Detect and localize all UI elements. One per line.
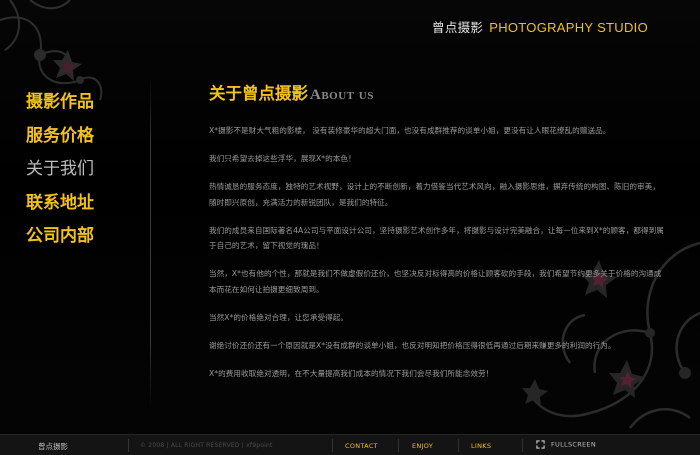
nav-divider [150, 78, 151, 408]
nav-item-about[interactable]: 关于我们 [26, 153, 94, 187]
footer-link-contact[interactable]: CONTACT [345, 442, 378, 450]
about-section: 关于曾点摄影 About us X*摄影不是财大气粗的影楼， 没有装修豪华的超大门… [209, 80, 664, 394]
main-nav: 摄影作品 服务价格 关于我们 联系地址 公司内部 [26, 86, 94, 254]
paragraph: X*摄影不是财大气粗的影楼， 没有装修豪华的超大门面，也没有成群推荐的谈单小姐，… [209, 126, 611, 135]
nav-item-pricing[interactable]: 服务价格 [26, 120, 94, 154]
footer-bar: 曾点摄影 © 2008 | ALL RIGHT RESERVED | xf9po… [0, 434, 700, 455]
footer-divider [332, 439, 333, 452]
paragraph: 当然X*的价格绝对合理，让您承受得起。 [209, 312, 349, 322]
nav-item-company[interactable]: 公司内部 [26, 220, 94, 254]
footer-copyright: © 2008 | ALL RIGHT RESERVED | xf9point [140, 442, 273, 449]
brand-logo: 曾点摄影 PHOTOGRAPHY STUDIO [432, 17, 648, 36]
footer-divider [128, 439, 129, 452]
footer-divider [398, 439, 399, 452]
footer-divider [522, 439, 523, 452]
footer-brand: 曾点摄影 [38, 442, 68, 451]
paragraph: 热情诚恳的服务态度，独特的艺术视野，设计上的不断创新，着力借鉴当代艺术风向，融入… [209, 182, 660, 207]
paragraph: X*的费用收取绝对透明，在不大量提高我们成本的情况下我们会尽我们所能念效劳！ [209, 368, 494, 378]
fullscreen-icon [536, 440, 545, 449]
paragraph: 我们只希望去掉这些浮华，展现X*的本色！ [209, 154, 356, 163]
page: 曾点摄影 PHOTOGRAPHY STUDIO 摄影作品 服务价格 关于我们 联系… [0, 0, 700, 455]
footer-link-links[interactable]: LINKS [471, 442, 491, 450]
about-text: X*摄影不是财大气粗的影楼， 没有装修豪华的超大门面，也没有成群推荐的谈单小姐，… [209, 123, 664, 381]
paragraph: 我们的成员来自国际著名4A公司与平面设计公司，坚持摄影艺术创作多年，将摄影与设计… [209, 225, 664, 251]
paragraph: 当然，X*也有他的个性，那就是我们不做虚假价还价，也坚决反对标得高的价格让顾客砍… [209, 269, 662, 294]
paragraph: 谢绝讨价还价还有一个原因就是X*没有成群的谈单小姐，也反对明知把价格压得很低再通… [209, 340, 616, 350]
page-title: 关于曾点摄影 About us [209, 80, 664, 104]
page-title-en: About us [310, 87, 374, 103]
footer-link-enjoy[interactable]: ENJOY [412, 442, 433, 450]
brand-name-en: PHOTOGRAPHY STUDIO [489, 20, 648, 35]
nav-item-portfolio[interactable]: 摄影作品 [26, 86, 94, 120]
brand-name-cn: 曾点摄影 [432, 20, 484, 35]
fullscreen-label: FULLSCREEN [551, 440, 596, 449]
footer-divider [458, 439, 459, 452]
nav-item-contact[interactable]: 联系地址 [26, 187, 94, 221]
page-title-cn: 关于曾点摄影 [209, 84, 308, 103]
fullscreen-button[interactable]: FULLSCREEN [536, 440, 596, 449]
